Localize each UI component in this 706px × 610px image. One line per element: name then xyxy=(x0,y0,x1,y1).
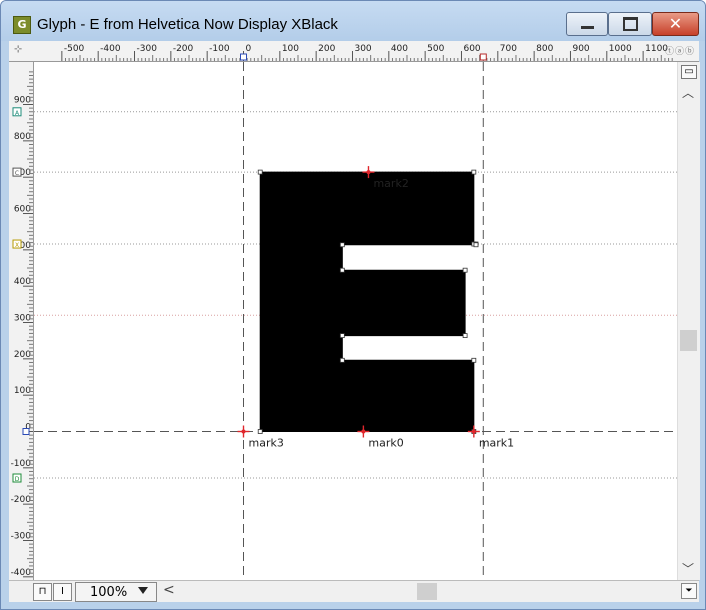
vertical-ruler-ticks: 9008007006005004003002001000-100-200-300… xyxy=(11,71,33,578)
glyph-window: G Glyph - E from Helvetica Now Display X… xyxy=(0,0,706,610)
maximize-button[interactable] xyxy=(608,12,652,36)
ruler-tick-label: 300 xyxy=(14,314,31,324)
ruler-tick-label: -400 xyxy=(100,44,121,54)
mark-icon xyxy=(241,429,246,434)
ruler-options-icons[interactable]: ⓣⓐⓑ xyxy=(665,44,695,57)
outline-node xyxy=(339,333,345,338)
minimize-icon xyxy=(581,26,594,29)
outline-node xyxy=(339,242,345,248)
mark-label: mark2 xyxy=(373,177,408,190)
outline-node xyxy=(471,169,477,175)
vertical-scroll-thumb[interactable] xyxy=(680,330,697,351)
ruler-tick-label: 900 xyxy=(14,96,31,106)
title-bar[interactable]: G Glyph - E from Helvetica Now Display X… xyxy=(1,1,705,41)
scroll-up-icon[interactable]: ︿ xyxy=(682,84,694,101)
info-icon[interactable]: I xyxy=(53,583,72,601)
outline-node xyxy=(462,333,468,338)
outline-node xyxy=(339,357,345,363)
glyph-canvas[interactable]: mark2 mark3 mark0 mark1 xyxy=(34,62,677,580)
guide-badge-label: X xyxy=(15,242,19,249)
ruler-tick-label: 100 xyxy=(14,386,31,396)
ruler-tick-label: 1000 xyxy=(609,44,632,54)
ruler-tick-label: -200 xyxy=(11,495,32,505)
crosshair-icon[interactable]: ⊹ xyxy=(14,44,22,55)
ruler-tick-label: 0 xyxy=(246,44,252,54)
outline-node xyxy=(471,357,477,363)
chevron-down-icon xyxy=(138,587,148,594)
outline-node xyxy=(339,267,345,273)
ruler-tick-label: -100 xyxy=(209,44,230,54)
ruler-tick-label: -100 xyxy=(11,459,32,469)
ruler-tick-label: 800 xyxy=(14,132,31,142)
horizontal-scroll-thumb[interactable] xyxy=(417,583,437,600)
origin-marker-icon xyxy=(240,53,247,61)
ruler-tick-label: -500 xyxy=(64,44,85,54)
outline-node xyxy=(257,169,263,175)
status-bar: ⊓ I 100% < ⏷ xyxy=(9,580,699,602)
ruler-tick-label: 600 xyxy=(14,205,31,215)
lock-icon[interactable]: ⊓ xyxy=(33,583,52,601)
guide-badge-label: D xyxy=(15,476,20,483)
mark-label: mark3 xyxy=(249,437,284,450)
ruler-tick-label: -300 xyxy=(11,531,32,541)
vertical-ruler[interactable]: 900 800 700 600 500 400 300 200 100 0 -100 -200 -300… xyxy=(9,62,34,580)
zoom-value: 100% xyxy=(90,585,128,600)
close-button[interactable]: ✕ xyxy=(652,12,699,36)
mark-label: mark0 xyxy=(368,437,403,450)
ruler-tick-label: 700 xyxy=(500,44,517,54)
glyph-drawing[interactable]: mark2 mark3 mark0 mark1 xyxy=(34,62,677,580)
ruler-tick-label: 500 xyxy=(427,44,444,54)
horizontal-ruler[interactable]: ⊹ -500 -400 -300 -200 -100 0 100 200 300 400 500 60… xyxy=(9,41,699,62)
outline-node xyxy=(257,429,263,434)
ruler-tick-label: 200 xyxy=(14,350,31,360)
zoom-select[interactable]: 100% xyxy=(75,582,157,602)
mark-icon xyxy=(366,170,371,175)
minimize-button[interactable] xyxy=(566,12,608,36)
horizontal-ruler-ticks: -500 -400 -300 -200 -100 0 100 200 300 400 500 600 7… xyxy=(61,44,673,61)
mark-label: mark1 xyxy=(479,437,514,450)
advance-marker-icon xyxy=(479,53,487,61)
scroll-left-icon[interactable]: < xyxy=(163,582,175,598)
menu-arrow-icon[interactable]: ⏷ xyxy=(681,583,697,599)
ruler-tick-label: 900 xyxy=(572,44,589,54)
panel-toggle-icon[interactable]: ▭ xyxy=(681,65,697,79)
ruler-tick-label: 400 xyxy=(14,277,31,287)
close-icon: ✕ xyxy=(668,14,683,33)
ruler-tick-label: 800 xyxy=(536,44,553,54)
ruler-tick-label: 200 xyxy=(318,44,335,54)
ruler-tick-label: 400 xyxy=(391,44,408,54)
scroll-down-icon[interactable]: ﹀ xyxy=(682,560,694,577)
ruler-tick-label: -400 xyxy=(11,568,32,578)
ruler-tick-label: -200 xyxy=(173,44,194,54)
vertical-scrollbar[interactable]: ▭ ︿ ﹀ xyxy=(677,62,700,580)
ruler-tick-label: -300 xyxy=(137,44,158,54)
baseline-marker-icon xyxy=(22,428,30,435)
mark-icon xyxy=(361,429,366,434)
ruler-tick-label: 100 xyxy=(282,44,299,54)
guide-badge-label: C xyxy=(15,170,19,177)
mark-icon xyxy=(471,429,476,434)
window-title: Glyph - E from Helvetica Now Display XBl… xyxy=(37,16,338,33)
outline-node xyxy=(473,242,479,248)
glyph-outline xyxy=(259,171,477,432)
outline-node xyxy=(462,267,468,273)
app-icon[interactable]: G xyxy=(13,16,31,34)
glyph-editor: ⊹ -500 -400 -300 -200 -100 0 100 200 300 400 500 60… xyxy=(9,41,700,602)
ruler-tick-label: 600 xyxy=(463,44,480,54)
maximize-icon xyxy=(623,17,638,31)
ruler-tick-label: 300 xyxy=(354,44,371,54)
